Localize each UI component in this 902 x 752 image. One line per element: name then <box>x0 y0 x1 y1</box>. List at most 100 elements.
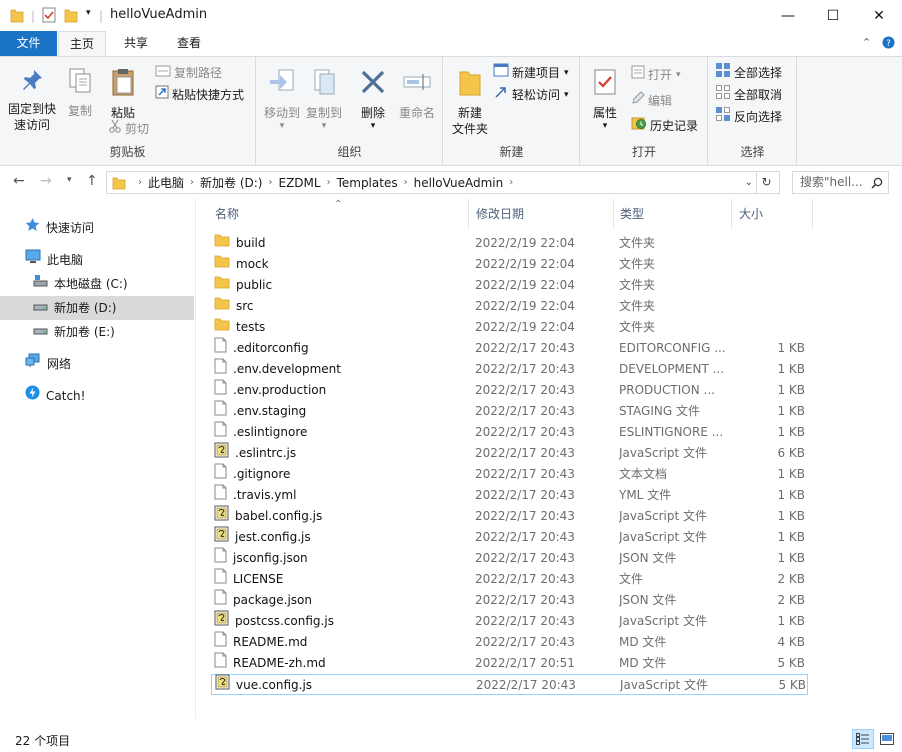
copy-to-button[interactable]: 复制到 ▾ <box>303 67 345 131</box>
tab-file[interactable]: 文件 <box>0 31 57 56</box>
breadcrumb-separator-icon[interactable]: › <box>268 177 272 188</box>
details-view-button[interactable] <box>852 729 874 749</box>
select-none-icon <box>715 84 731 106</box>
column-header-size[interactable]: 大小 <box>733 199 813 229</box>
move-to-button[interactable]: 移动到 ▾ <box>261 67 303 131</box>
file-row[interactable]: README.md 2022/2/17 20:43 MD 文件 4 KB <box>211 631 808 653</box>
properties-quick-icon[interactable] <box>42 7 56 26</box>
breadcrumb-ezdml[interactable]: EZDML <box>278 176 320 190</box>
delete-button[interactable]: 删除 ▾ <box>353 67 393 131</box>
nav-drive-c[interactable]: 本地磁盘 (C:) <box>33 272 128 296</box>
file-row[interactable]: .editorconfig 2022/2/17 20:43 EDITORCONFIG… <box>211 337 808 359</box>
file-row[interactable]: package.json 2022/2/17 20:43 JSON 文件 2 KB <box>211 589 808 611</box>
folder-icon[interactable] <box>10 7 24 26</box>
new-folder-button[interactable]: 新建 文件夹 <box>448 67 492 137</box>
file-row[interactable]: .eslintrc.js 2022/2/17 20:43 JavaScript 文件… <box>211 442 808 464</box>
breadcrumb-hellovueadmin[interactable]: helloVueAdmin <box>414 176 504 190</box>
nav-this-pc[interactable]: 此电脑 <box>25 248 83 272</box>
select-none-button[interactable]: 全部取消 <box>715 85 782 105</box>
open-group: 属性 ▾ 打开 ▾ 编辑 历史记录 打开 <box>581 57 708 165</box>
rename-button[interactable]: 重命名 <box>395 67 439 121</box>
address-dropdown-icon[interactable]: ⌄ <box>745 177 753 188</box>
breadcrumb-separator-icon[interactable]: › <box>404 177 408 188</box>
breadcrumb-separator-icon[interactable]: › <box>138 177 142 188</box>
new-folder-icon <box>448 67 492 101</box>
search-input[interactable]: 搜索"hell... <box>792 171 889 194</box>
file-name: babel.config.js <box>235 509 323 523</box>
open-button[interactable]: 打开 ▾ <box>631 65 681 85</box>
recent-locations-icon[interactable]: ▾ <box>67 175 72 185</box>
column-header-date[interactable]: 修改日期 <box>470 199 614 229</box>
paste-button[interactable]: 粘贴 <box>103 67 143 121</box>
breadcrumb-templates[interactable]: Templates <box>337 176 398 190</box>
properties-button[interactable]: 属性 ▾ <box>587 67 623 131</box>
search-icon[interactable] <box>871 172 883 193</box>
file-row[interactable]: jsconfig.json 2022/2/17 20:43 JSON 文件 1 KB <box>211 547 808 569</box>
javascript-file-icon <box>214 610 229 633</box>
invert-selection-button[interactable]: 反向选择 <box>715 107 782 127</box>
back-arrow-icon[interactable]: ← <box>13 173 25 189</box>
file-name: jsconfig.json <box>233 551 308 565</box>
file-row[interactable]: README-zh.md 2022/2/17 20:51 MD 文件 5 KB <box>211 652 808 674</box>
breadcrumb-separator-icon[interactable]: › <box>190 177 194 188</box>
large-icons-view-button[interactable] <box>876 729 898 749</box>
select-group: 全部选择 全部取消 反向选择 选择 <box>709 57 797 165</box>
close-button[interactable]: ✕ <box>856 0 902 31</box>
file-date: 2022/2/17 20:43 <box>475 593 575 607</box>
breadcrumb-this-pc[interactable]: 此电脑 <box>148 174 184 191</box>
refresh-icon[interactable]: ↻ <box>756 172 776 193</box>
breadcrumb-separator-icon[interactable]: › <box>327 177 331 188</box>
status-bar: 22 个项目 <box>0 726 902 752</box>
nav-network[interactable]: 网络 <box>25 352 71 376</box>
file-row[interactable]: .env.production 2022/2/17 20:43 PRODUCTION… <box>211 379 808 401</box>
file-row[interactable]: src 2022/2/19 22:04 文件夹 <box>211 296 808 317</box>
file-size: 1 KB <box>777 509 805 523</box>
select-all-button[interactable]: 全部选择 <box>715 63 782 83</box>
file-row[interactable]: .travis.yml 2022/2/17 20:43 YML 文件 1 KB <box>211 484 808 506</box>
file-row[interactable]: .eslintignore 2022/2/17 20:43 ESLINTIGNORE… <box>211 421 808 443</box>
file-row[interactable]: build 2022/2/19 22:04 文件夹 <box>211 233 808 254</box>
customize-quick-access-icon[interactable]: ▾ <box>86 8 91 18</box>
new-item-button[interactable]: 新建项目 ▾ <box>493 63 569 83</box>
file-row[interactable]: .gitignore 2022/2/17 20:43 文本文档 1 KB <box>211 463 808 485</box>
new-folder-quick-icon[interactable] <box>64 7 78 26</box>
copy-path-button[interactable]: 复制路径 <box>155 63 222 83</box>
nav-drive-e[interactable]: 新加卷 (E:) <box>33 320 115 344</box>
collapse-ribbon-icon[interactable]: ⌃ <box>862 36 871 49</box>
breadcrumb-separator-icon[interactable]: › <box>509 177 513 188</box>
forward-arrow-icon[interactable]: → <box>40 173 52 189</box>
file-row[interactable]: LICENSE 2022/2/17 20:43 文件 2 KB <box>211 568 808 590</box>
file-row[interactable]: babel.config.js 2022/2/17 20:43 JavaScript… <box>211 505 808 527</box>
file-row[interactable]: jest.config.js 2022/2/17 20:43 JavaScript … <box>211 526 808 548</box>
edit-button[interactable]: 编辑 <box>631 91 672 111</box>
maximize-button[interactable]: ☐ <box>810 0 856 31</box>
tab-home[interactable]: 主页 <box>58 31 106 57</box>
file-size: 5 KB <box>777 656 805 670</box>
up-arrow-icon[interactable]: ↑ <box>86 173 98 189</box>
file-row[interactable]: vue.config.js 2022/2/17 20:43 JavaScript 文… <box>211 674 808 695</box>
cut-label: 剪切 <box>125 122 150 136</box>
column-header-name[interactable]: 名称 <box>209 199 469 229</box>
column-header-type[interactable]: 类型 <box>614 199 732 229</box>
file-row[interactable]: .env.staging 2022/2/17 20:43 STAGING 文件 1 K… <box>211 400 808 422</box>
minimize-button[interactable]: — <box>765 0 811 31</box>
easy-access-button[interactable]: 轻松访问 ▾ <box>493 85 569 105</box>
file-row[interactable]: tests 2022/2/19 22:04 文件夹 <box>211 317 808 338</box>
nav-catch[interactable]: Catch! <box>25 384 85 408</box>
nav-quick-access[interactable]: 快速访问 <box>25 216 94 240</box>
tab-share[interactable]: 共享 <box>112 31 160 56</box>
nav-drive-d[interactable]: 新加卷 (D:) <box>0 296 194 320</box>
file-row[interactable]: postcss.config.js 2022/2/17 20:43 JavaScri… <box>211 610 808 633</box>
copy-button[interactable]: 复制 <box>62 67 98 119</box>
file-row[interactable]: .env.development 2022/2/17 20:43 DEVELOPME… <box>211 358 808 380</box>
tab-view[interactable]: 查看 <box>165 31 213 56</box>
address-bar[interactable]: › 此电脑 › 新加卷 (D:) › EZDML › Templates › h… <box>106 171 780 194</box>
file-row[interactable]: public 2022/2/19 22:04 文件夹 <box>211 275 808 296</box>
file-row[interactable]: mock 2022/2/19 22:04 文件夹 <box>211 254 808 275</box>
history-button[interactable]: 历史记录 <box>631 116 698 136</box>
cut-button[interactable]: 剪切 <box>108 119 149 139</box>
pin-quick-access-button[interactable]: 固定到快 速访问 <box>5 67 59 133</box>
help-icon[interactable]: ? <box>882 36 895 52</box>
breadcrumb-drive-d[interactable]: 新加卷 (D:) <box>200 174 262 191</box>
paste-shortcut-button[interactable]: 粘贴快捷方式 <box>155 85 244 105</box>
